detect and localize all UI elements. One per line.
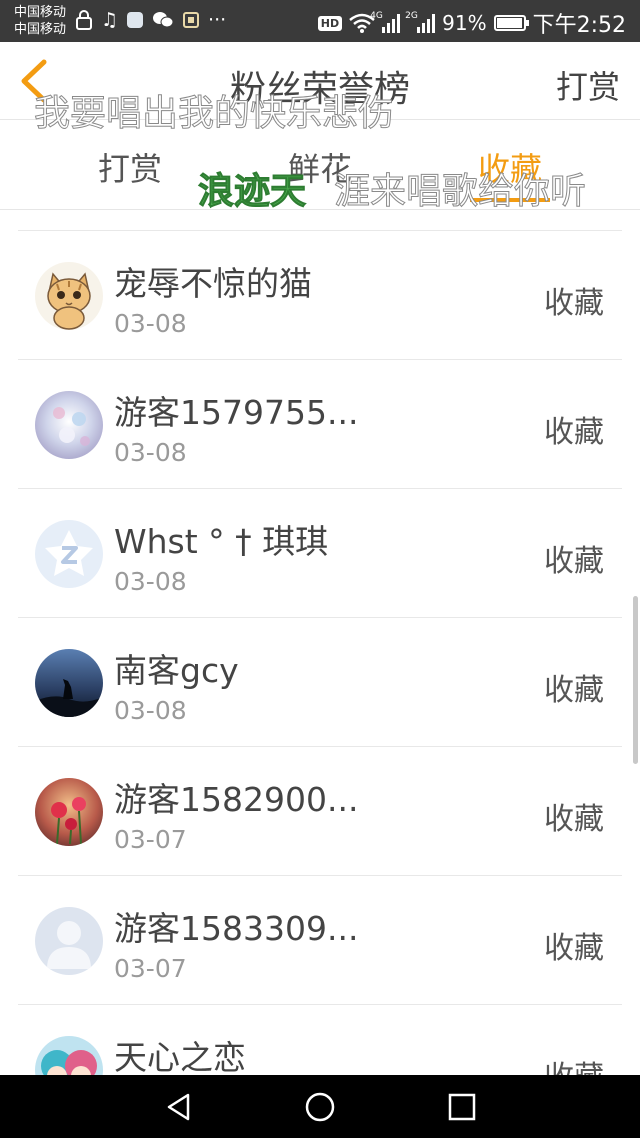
favorite-badge: 收藏: [544, 802, 604, 837]
battery-percent: 91%: [442, 11, 487, 35]
status-bar: 中国移动 中国移动 ♫ ··· HD 4G 2G 91% 下午2:52: [0, 0, 640, 42]
user-name: 游客1582900...: [114, 780, 359, 819]
blossom-avatar: [35, 391, 103, 459]
list-item[interactable]: 游客1583309... 03-07 收藏: [18, 876, 622, 1005]
network-4g-label: 4G: [370, 11, 383, 21]
user-date: 03-08: [114, 438, 187, 467]
home-circle-icon[interactable]: [303, 1090, 337, 1124]
tab-favorites[interactable]: 收藏: [425, 144, 595, 190]
qq-logo-avatar: [35, 520, 103, 588]
favorite-badge: 收藏: [544, 1052, 604, 1075]
default-user-avatar: [35, 907, 103, 975]
flower-avatar: [35, 778, 103, 846]
app-icon: [127, 12, 144, 28]
wechat-icon: [153, 12, 174, 28]
music-icon: ♫: [101, 9, 119, 31]
user-name: Whst ° † 琪琪: [114, 522, 329, 561]
user-name: 游客1579755...: [114, 393, 359, 432]
scrollbar[interactable]: [633, 596, 638, 764]
hd-icon: HD: [317, 15, 343, 31]
system-status: HD 4G 2G 91% 下午2:52: [317, 7, 626, 39]
user-date: 03-07: [114, 954, 187, 983]
carrier-info: 中国移动 中国移动: [14, 4, 66, 38]
user-name: 天心之恋: [114, 1038, 246, 1075]
user-date: 03-08: [114, 567, 187, 596]
battery-icon: [493, 15, 529, 31]
page-title: 粉丝荣誉榜: [229, 69, 410, 110]
cat-avatar: [35, 262, 103, 330]
favorite-badge: 收藏: [544, 931, 604, 966]
back-triangle-icon[interactable]: [162, 1090, 196, 1124]
favorite-badge: 收藏: [544, 544, 604, 579]
user-name: 游客1583309...: [114, 909, 359, 948]
list-item[interactable]: 游客1582900... 03-07 收藏: [18, 747, 622, 876]
tab-bar: 打赏 鲜花 收藏: [0, 120, 640, 210]
carrier-1: 中国移动: [14, 5, 67, 20]
list-item[interactable]: Whst ° † 琪琪 03-08 收藏: [18, 489, 622, 618]
user-date: 03-08: [114, 309, 187, 338]
favorite-badge: 收藏: [544, 673, 604, 708]
user-date: 03-08: [114, 696, 187, 725]
signal-icon: 4G: [370, 11, 401, 33]
notification-icon: [183, 12, 200, 28]
more-notifications-icon: ···: [208, 9, 227, 31]
network-2g-label: 2G: [405, 11, 418, 21]
tab-flowers[interactable]: 鲜花: [235, 144, 405, 190]
app-header: 粉丝荣誉榜 打赏: [0, 42, 640, 120]
carrier-2: 中国移动: [14, 22, 67, 37]
lock-icon: [76, 10, 92, 30]
anime-avatar: [35, 1036, 103, 1075]
signal-2-icon: 2G: [405, 11, 436, 33]
list-item[interactable]: 宠辱不惊的猫 03-08 收藏: [18, 231, 622, 360]
user-name: 南客gcy: [114, 651, 239, 690]
clock: 下午2:52: [532, 13, 626, 38]
system-nav-bar: [0, 1075, 640, 1138]
list-item[interactable]: 南客gcy 03-08 收藏: [18, 618, 622, 747]
active-tab-indicator: [470, 198, 550, 202]
notification-icons: ♫ ···: [76, 9, 226, 31]
tab-reward[interactable]: 打赏: [45, 144, 215, 190]
list-item[interactable]: 天心之恋 收藏: [18, 1005, 622, 1075]
wolf-night-avatar: [35, 649, 103, 717]
favorite-badge: 收藏: [544, 286, 604, 321]
reward-button[interactable]: 打赏: [556, 62, 620, 108]
fan-list[interactable]: 宠辱不惊的猫 03-08 收藏 游客1579755... 03-08 收藏 Wh…: [18, 230, 622, 1075]
user-name: 宠辱不惊的猫: [114, 264, 312, 303]
favorite-badge: 收藏: [544, 415, 604, 450]
user-date: 03-07: [114, 825, 187, 854]
list-item[interactable]: 游客1579755... 03-08 收藏: [18, 360, 622, 489]
recent-apps-icon[interactable]: [445, 1090, 479, 1124]
